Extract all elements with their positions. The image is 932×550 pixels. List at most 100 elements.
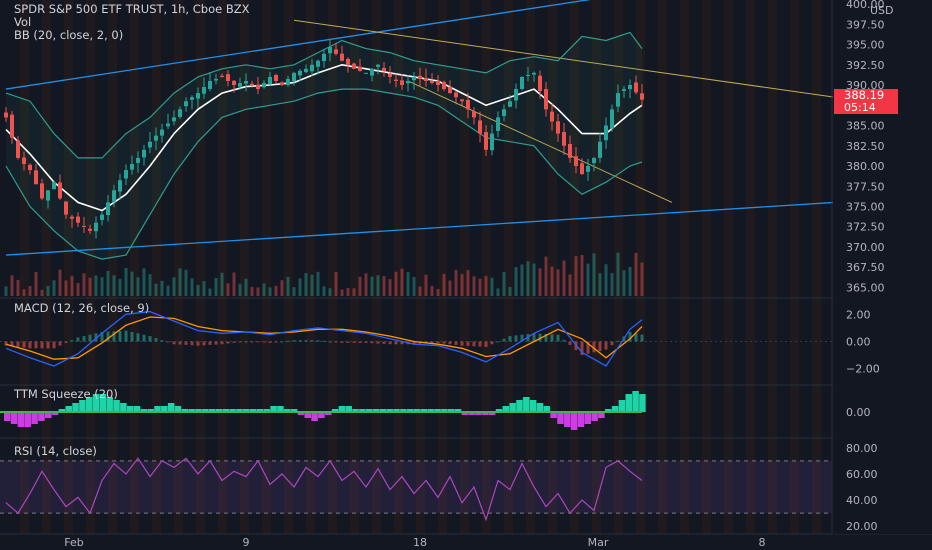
candle-body [40, 183, 44, 199]
volume-bar [214, 277, 218, 296]
macd-histogram-bar [340, 341, 344, 343]
candle-body [34, 170, 38, 185]
price-tick-label: 367.50 [846, 261, 885, 274]
macd-histogram-bar [22, 341, 26, 348]
macd-histogram-bar [52, 341, 56, 349]
volume-bar [454, 269, 458, 296]
macd-histogram-bar [178, 341, 182, 345]
macd-histogram-bar [118, 330, 122, 342]
ttm-bar [591, 412, 598, 421]
candle-body [616, 93, 620, 107]
chart-canvas[interactable]: 365.00 367.50 370.00 372.50 375.00 377.50 380.… [0, 0, 932, 550]
volume-bar [592, 253, 596, 296]
rsi-label[interactable]: RSI (14, close) [14, 445, 97, 458]
ttm-legend[interactable]: TTM Squeeze (20) [14, 388, 118, 401]
candle-body [430, 81, 434, 84]
volume-bar [538, 268, 542, 296]
rsi-legend[interactable]: RSI (14, close) [14, 445, 97, 458]
volume-bar [346, 288, 350, 296]
macd-legend[interactable]: MACD (12, 26, close, 9) [14, 302, 149, 315]
volume-bar [292, 287, 296, 296]
ttm-label[interactable]: TTM Squeeze (20) [14, 388, 118, 401]
ttm-bar [577, 412, 585, 427]
macd-histogram-bar [502, 338, 506, 342]
price-tick-label: 382.50 [846, 140, 885, 153]
macd-histogram-bar [376, 341, 380, 344]
candle-body [496, 117, 500, 131]
volume-bar [280, 280, 284, 296]
candle-body [400, 80, 404, 86]
volume-bar [610, 273, 614, 296]
macd-histogram-bar [292, 340, 296, 342]
candle-body [568, 143, 572, 158]
candle-body [46, 190, 50, 201]
volume-bar [580, 254, 584, 296]
session-stripe [174, 0, 183, 534]
volume-bar [286, 276, 290, 296]
candle-body [412, 76, 416, 81]
macd-histogram-bar [508, 336, 512, 342]
macd-histogram-bar [370, 341, 374, 344]
ttm-bar [31, 412, 38, 424]
candle-body [454, 92, 458, 98]
ttm-tick-label: 0.00 [846, 406, 871, 419]
session-stripe [152, 0, 161, 534]
volume-bar [502, 272, 506, 296]
session-stripe [812, 0, 821, 534]
volume-bar [142, 268, 146, 296]
ttm-bar [311, 412, 318, 421]
volume-bar [244, 278, 248, 296]
macd-histogram-bar [268, 341, 272, 343]
bollinger-label[interactable]: BB (20, close, 2, 0) [14, 29, 250, 42]
ttm-bar [639, 394, 646, 412]
volume-bar [364, 273, 368, 296]
macd-histogram-bar [382, 341, 386, 344]
macd-histogram-bar [226, 341, 230, 344]
candle-body [610, 109, 614, 129]
volume-bar [586, 263, 590, 296]
macd-histogram-bar [208, 341, 212, 345]
macd-histogram-bar [322, 340, 326, 342]
candle-body [580, 163, 584, 175]
ttm-bar [516, 400, 523, 412]
macd-label[interactable]: MACD (12, 26, close, 9) [14, 302, 149, 315]
macd-histogram-bar [466, 341, 470, 346]
candle-body [16, 140, 20, 158]
candle-body [22, 157, 26, 164]
macd-histogram-bar [262, 341, 266, 343]
volume-bar [28, 286, 32, 296]
candle-body [472, 111, 476, 118]
volume-bar [256, 287, 260, 296]
price-legend[interactable]: SPDR S&P 500 ETF TRUST, 1h, Cboe BZX Vol… [14, 3, 250, 42]
session-stripe [658, 0, 667, 534]
candle-body [364, 72, 368, 74]
price-axis[interactable]: 365.00 367.50 370.00 372.50 375.00 377.50 380.… [833, 0, 932, 534]
session-stripe [790, 0, 799, 534]
candle-body [166, 123, 170, 127]
macd-histogram-bar [172, 341, 176, 345]
candle-body [586, 166, 590, 172]
macd-histogram-bar [82, 336, 86, 342]
volume-bar [430, 285, 434, 296]
macd-histogram-bar [124, 330, 128, 342]
volume-bar [358, 276, 362, 296]
candle-body [442, 81, 446, 90]
symbol-title[interactable]: SPDR S&P 500 ETF TRUST, 1h, Cboe BZX [14, 3, 250, 16]
volume-bar [562, 260, 566, 296]
candle-body [448, 87, 452, 94]
macd-histogram-bar [562, 339, 566, 342]
price-tick-label: 392.50 [846, 59, 885, 72]
ttm-bar [584, 412, 592, 424]
candle-body [544, 89, 548, 110]
macd-histogram-bar [232, 341, 236, 343]
volume-bar [220, 272, 224, 296]
volume-bar [64, 280, 68, 296]
ttm-bar [10, 412, 18, 424]
volume-bar [412, 276, 416, 296]
volume-bar [82, 273, 86, 296]
macd-histogram-bar [244, 341, 248, 343]
macd-histogram-bar [346, 341, 350, 343]
volume-bar [328, 288, 332, 296]
candle-body [526, 74, 530, 77]
macd-histogram-bar [352, 341, 356, 343]
